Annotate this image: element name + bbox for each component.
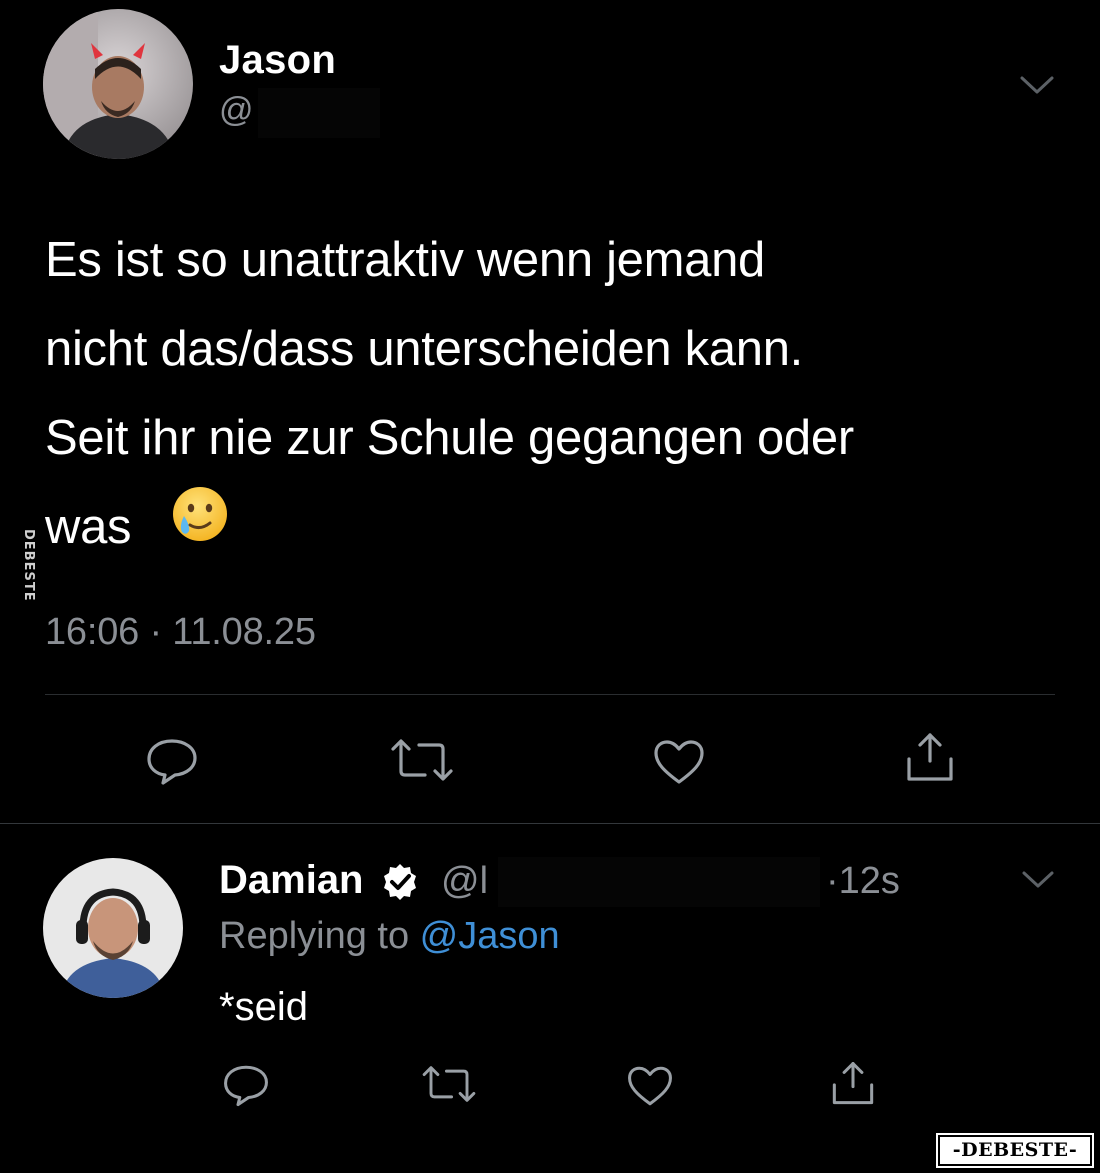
watermark-corner: -DEBESTE-	[938, 1135, 1092, 1166]
share-icon[interactable]	[903, 731, 957, 785]
handle-redaction	[498, 857, 820, 907]
damian-handle[interactable]: @l	[441, 860, 488, 903]
divider	[0, 823, 1100, 824]
retweet-icon[interactable]	[419, 1064, 479, 1104]
jason-handle[interactable]: @	[219, 91, 254, 130]
reply-icon[interactable]	[222, 1063, 270, 1107]
share-icon[interactable]	[829, 1060, 877, 1108]
retweet-icon[interactable]	[387, 737, 457, 783]
damian-avatar[interactable]	[43, 858, 183, 998]
damian-display-name[interactable]: Damian	[219, 858, 364, 903]
replying-to-line: Replying to @Jason	[219, 915, 560, 958]
tweet-timestamp[interactable]: 16:06 · 11.08.25	[45, 611, 316, 654]
like-icon[interactable]	[626, 1064, 674, 1108]
divider	[45, 694, 1055, 695]
mention-link[interactable]: @Jason	[420, 915, 560, 957]
jason-avatar[interactable]	[43, 9, 193, 159]
replying-to-label: Replying to	[219, 915, 420, 957]
chevron-down-icon[interactable]	[1018, 866, 1058, 894]
reply-icon[interactable]	[145, 737, 199, 785]
handle-redaction	[258, 88, 380, 138]
reply-time-ago[interactable]: ·12s	[826, 860, 900, 903]
chevron-down-icon[interactable]	[1016, 70, 1058, 100]
face-holding-back-tears-icon	[170, 484, 230, 544]
jason-display-name[interactable]: Jason	[219, 38, 336, 83]
verified-badge-icon	[380, 862, 420, 902]
reply-text: *seid	[219, 985, 308, 1029]
like-icon[interactable]	[652, 738, 706, 786]
watermark-side: DEBESTE	[21, 528, 36, 602]
